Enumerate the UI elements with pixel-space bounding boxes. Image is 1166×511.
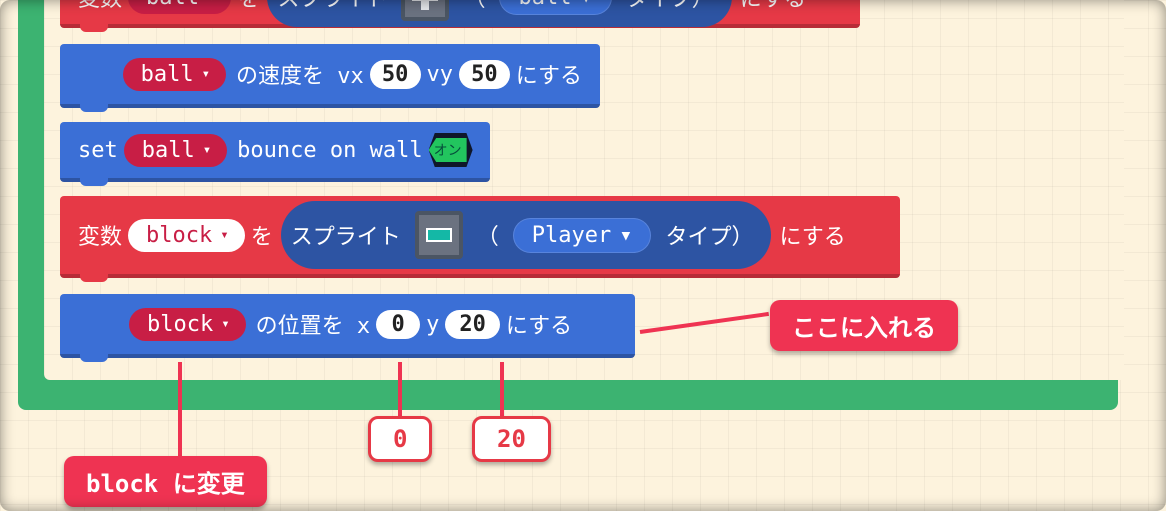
label-bounce: bounce on wall: [237, 138, 422, 163]
label-suffix: にする: [506, 308, 572, 340]
sprite-create-oval[interactable]: スプライト （ Player ▾ タイプ）: [281, 201, 772, 269]
callout-value-0: 0: [368, 416, 432, 462]
type-suffix: タイプ）: [665, 219, 753, 251]
callout-insert-here: ここに入れる: [770, 300, 958, 351]
callout-value-20: 20: [472, 416, 551, 462]
chevron-down-icon: ▾: [579, 0, 592, 10]
sprite-kind-dropdown[interactable]: ball ▾: [499, 0, 611, 15]
open-paren: （: [463, 0, 485, 13]
sprite-image-picker[interactable]: [415, 211, 463, 259]
label-y: y: [426, 312, 439, 337]
label-velocity: の速度を vx: [236, 58, 364, 90]
set-bounce-on-wall-block[interactable]: set ball ▾ bounce on wall オン: [60, 122, 490, 182]
block-workspace[interactable]: 変数 ball ▾ を スプライト （ ball ▾ タイプ） にする ball…: [0, 0, 1166, 511]
callout-change-to-block: block に変更: [64, 456, 267, 507]
variable-dropdown-ball[interactable]: ball ▾: [123, 58, 226, 91]
y-input[interactable]: 20: [445, 310, 500, 339]
label-set-suffix: にする: [779, 219, 845, 251]
sprite-kind-dropdown-player[interactable]: Player ▾: [513, 218, 652, 253]
variable-dropdown-block[interactable]: block ▾: [129, 308, 246, 341]
label-wo: を: [237, 0, 259, 13]
label-set: set: [78, 138, 118, 163]
toggle-on-label: オン: [429, 138, 467, 162]
label-set-suffix: にする: [740, 0, 806, 13]
vy-input[interactable]: 50: [459, 60, 510, 89]
set-variable-block-sprite-block[interactable]: 変数 block ▾ を スプライト （ Player ▾ タイプ） にする: [60, 196, 900, 278]
var-name: block: [147, 312, 213, 337]
chevron-down-icon: ▾: [203, 142, 211, 158]
set-velocity-block[interactable]: ball ▾ の速度を vx 50 vy 50 にする: [60, 44, 600, 108]
set-variable-ball-sprite-block[interactable]: 変数 ball ▾ を スプライト （ ball ▾ タイプ） にする: [60, 0, 860, 28]
toggle-on-off[interactable]: オン: [429, 133, 473, 167]
set-position-block[interactable]: block ▾ の位置を x 0 y 20 にする: [60, 294, 635, 358]
type-name: ball: [518, 0, 571, 10]
variable-dropdown-ball[interactable]: ball ▾: [124, 134, 227, 167]
plus-icon: [412, 0, 438, 10]
variable-dropdown-ball[interactable]: ball ▾: [128, 0, 231, 14]
chevron-down-icon: ▾: [220, 227, 228, 243]
type-suffix: タイプ）: [626, 0, 714, 13]
vx-input[interactable]: 50: [370, 60, 421, 89]
chevron-down-icon: ▾: [207, 0, 215, 5]
sprite-icon: [426, 228, 452, 242]
label-variable: 変数: [78, 219, 122, 251]
label-suffix: にする: [516, 58, 582, 90]
variable-dropdown-block[interactable]: block ▾: [128, 219, 245, 252]
sprite-image-picker[interactable]: [401, 0, 449, 21]
label-position: の位置を x: [256, 308, 371, 340]
callout-leader-0: [398, 362, 402, 416]
var-name: ball: [146, 0, 199, 10]
var-name: ball: [142, 138, 195, 163]
type-name: Player: [532, 223, 611, 248]
open-paren: （: [477, 219, 499, 251]
var-name: block: [146, 223, 212, 248]
callout-leader-20: [500, 362, 504, 416]
label-vy: vy: [427, 62, 454, 87]
chevron-down-icon: ▾: [221, 316, 229, 332]
callout-leader-block: [178, 362, 182, 456]
label-variable: 変数: [78, 0, 122, 13]
label-wo: を: [251, 219, 273, 251]
chevron-down-icon: ▾: [619, 223, 632, 248]
label-sprite: スプライト: [277, 0, 387, 13]
var-name: ball: [141, 62, 194, 87]
chevron-down-icon: ▾: [202, 66, 210, 82]
sprite-create-oval[interactable]: スプライト （ ball ▾ タイプ）: [267, 0, 731, 27]
x-input[interactable]: 0: [376, 310, 420, 339]
label-sprite: スプライト: [291, 219, 401, 251]
